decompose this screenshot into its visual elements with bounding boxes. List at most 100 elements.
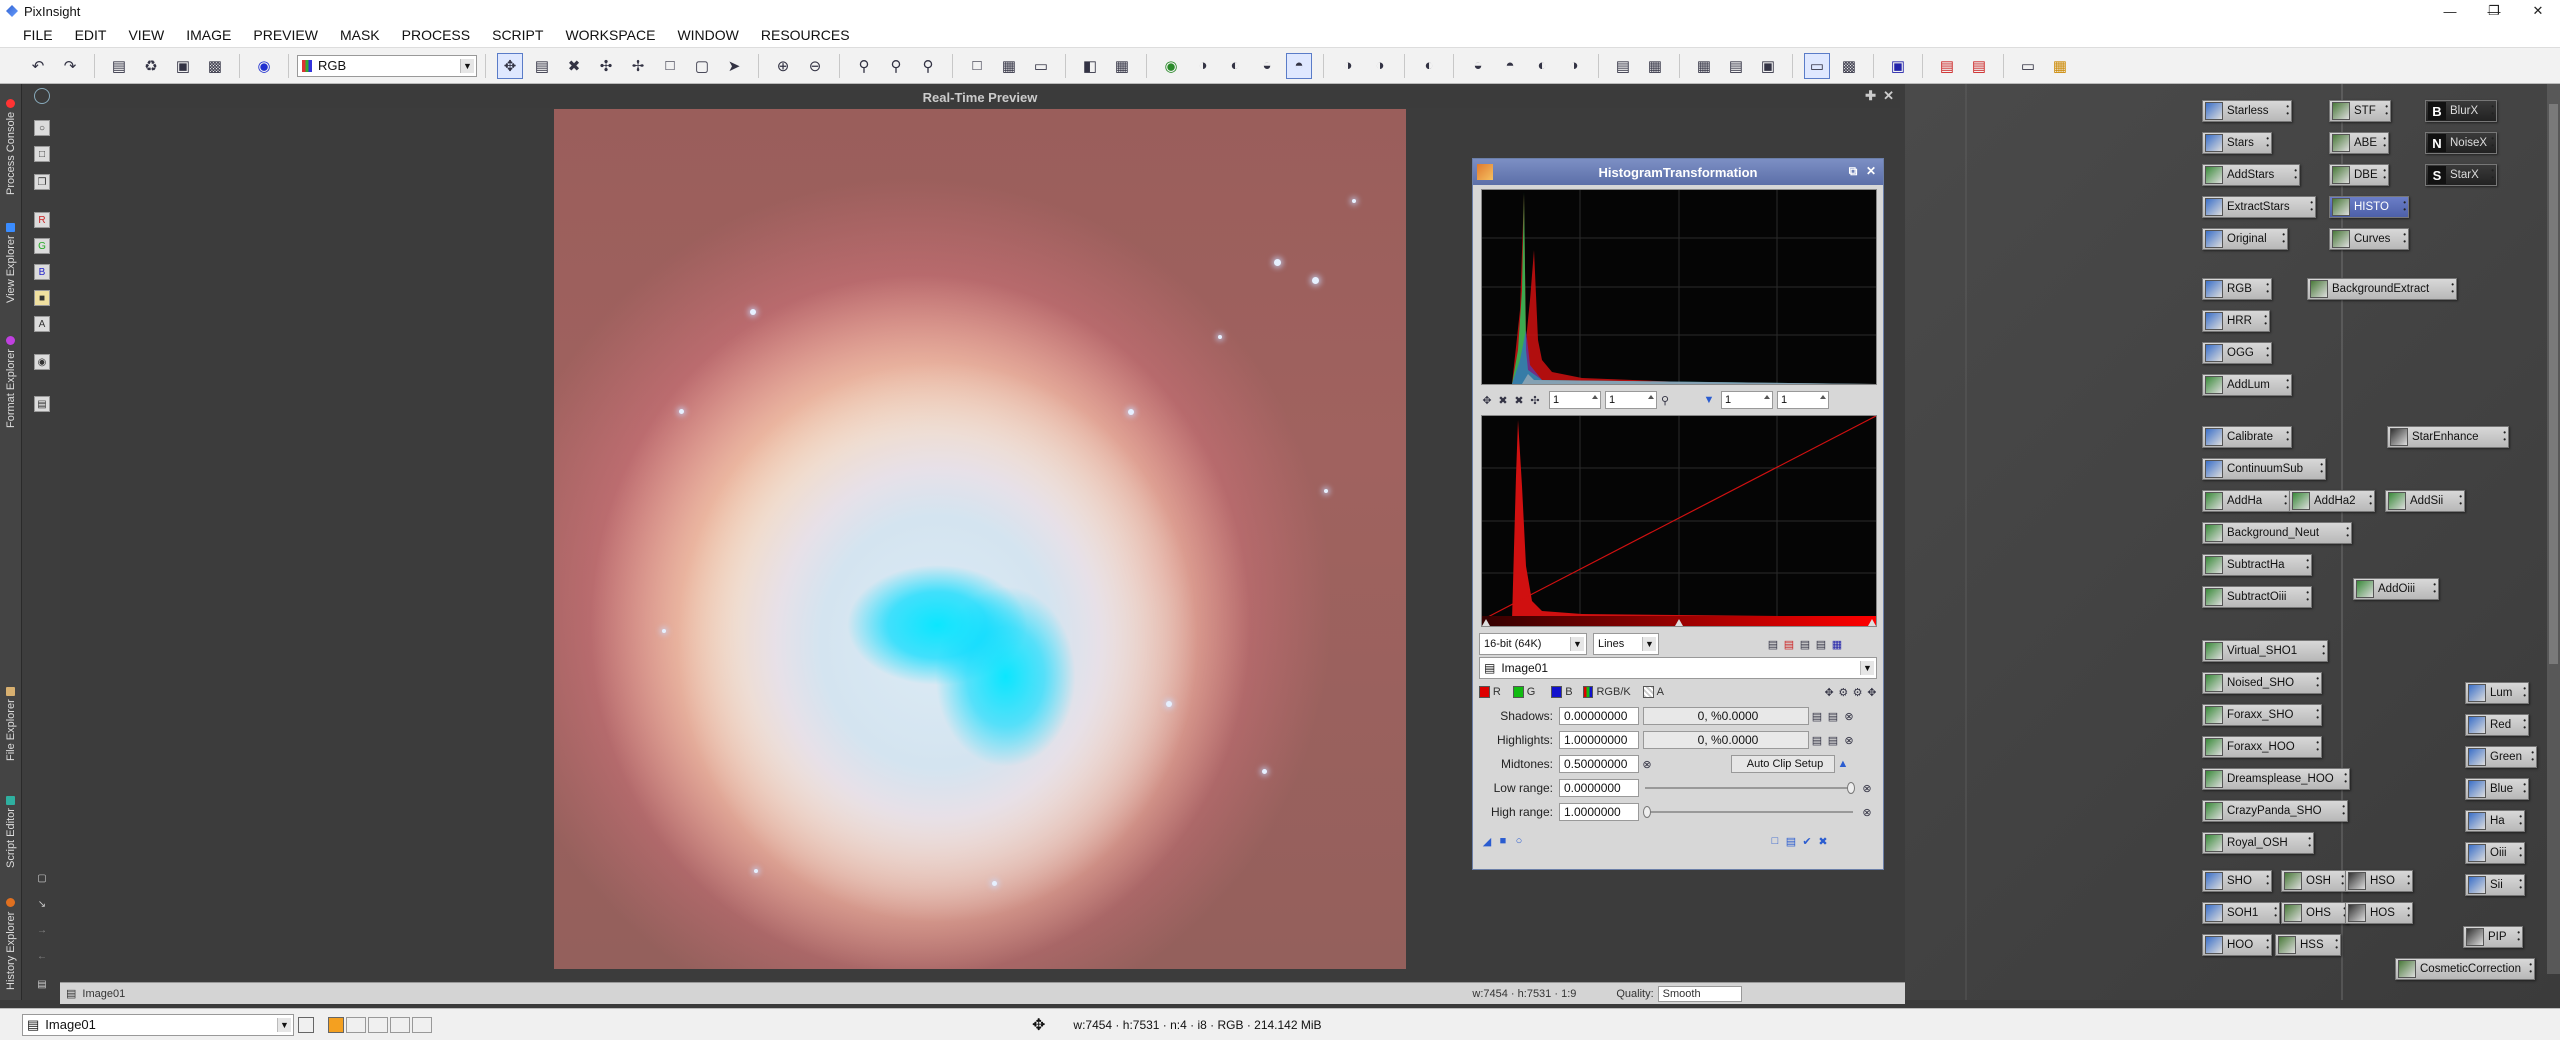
channel-select[interactable]: RGB ▼ xyxy=(297,54,477,77)
auto-clip-setup-button[interactable]: Auto Clip Setup xyxy=(1731,755,1835,773)
preview-edit-icon[interactable]: ▭ xyxy=(1028,53,1054,79)
process-icon-blue[interactable]: Blue • • xyxy=(2465,778,2529,800)
preview-new-icon[interactable]: ▦ xyxy=(996,53,1022,79)
show-curve-icon[interactable]: ▤ xyxy=(1797,636,1813,652)
process-icon-addoiii[interactable]: AddOiii • • xyxy=(2353,578,2439,600)
settings-icon[interactable]: ⚙ xyxy=(1836,684,1850,700)
menu-script[interactable]: SCRIPT xyxy=(481,22,554,48)
shadows-auto-icon[interactable]: ▤ xyxy=(1809,708,1825,724)
process-icon-foraxx-hoo[interactable]: Foraxx_HOO • • xyxy=(2202,736,2322,758)
desktop-scrollbar-thumb[interactable] xyxy=(2549,104,2558,664)
tab-view-explorer[interactable]: View Explorer xyxy=(0,212,22,314)
show-grid-icon[interactable]: ▦ xyxy=(1829,636,1845,652)
process-icon-ha[interactable]: Ha • • xyxy=(2465,810,2525,832)
low-range-input[interactable]: 0.0000000 xyxy=(1559,779,1639,797)
process-icon-calibrate[interactable]: Calibrate • • xyxy=(2202,426,2292,448)
readout-icon[interactable]: ✥ xyxy=(1479,392,1495,408)
process-icon-hso[interactable]: HSO • • xyxy=(2345,870,2413,892)
tab-2-icon[interactable] xyxy=(346,1016,366,1033)
input-zoom-h[interactable]: 1 xyxy=(1549,391,1601,409)
pin-icon[interactable]: ✚ xyxy=(1865,88,1876,104)
stf-2-icon[interactable]: ◑ xyxy=(1367,53,1393,79)
process-icon-crazypanda-sho[interactable]: CrazyPanda_SHO • • xyxy=(2202,800,2348,822)
process-icon-handle-icon[interactable]: •• xyxy=(2519,845,2522,860)
workspace-2-icon[interactable]: ▩ xyxy=(1836,53,1862,79)
graph-style-select[interactable]: Lines ▼ xyxy=(1593,633,1659,655)
new-icon[interactable]: ▣ xyxy=(170,53,196,79)
low-range-slider-handle[interactable] xyxy=(1847,782,1855,794)
process-icon-handle-icon[interactable]: •• xyxy=(2286,103,2289,118)
input-zoom-v[interactable]: 1 xyxy=(1605,391,1657,409)
frame-icon[interactable]: ▦ xyxy=(1109,53,1135,79)
stf-5-icon[interactable]: ◓ xyxy=(1497,53,1523,79)
process-icon-handle-icon[interactable]: •• xyxy=(2266,873,2269,888)
workspace-1-icon[interactable]: ▭ xyxy=(1804,52,1830,79)
process-icon-handle-icon[interactable]: •• xyxy=(2306,589,2309,604)
shadows-input[interactable]: 0.00000000 xyxy=(1559,707,1639,725)
process-icon-foraxx-sho[interactable]: Foraxx_SHO • • xyxy=(2202,704,2322,726)
process-icon-handle-icon[interactable]: •• xyxy=(2308,835,2311,850)
process-icon-green[interactable]: Green • • xyxy=(2465,746,2537,768)
midtones-reset-icon[interactable]: ⊗ xyxy=(1639,756,1655,772)
process-icon-handle-icon[interactable]: •• xyxy=(2286,429,2289,444)
auto-clip-icon[interactable]: ▲ xyxy=(1835,756,1851,772)
mask-icon[interactable]: ◉ xyxy=(251,53,277,79)
stf-7-icon[interactable]: ◑ xyxy=(1561,53,1587,79)
fit-view-icon[interactable]: ▤ xyxy=(529,53,555,79)
preview-close-icon[interactable]: ✕ xyxy=(1883,88,1894,104)
show-clip-icon[interactable]: ▤ xyxy=(1813,636,1829,652)
display-icon[interactable]: ▤ xyxy=(34,396,50,412)
process-icon-oiii[interactable]: Oiii • • xyxy=(2465,842,2525,864)
redo-icon[interactable]: ↷ xyxy=(57,53,83,79)
process-icon-hrr[interactable]: HRR • • xyxy=(2202,310,2270,332)
process-icon-handle-icon[interactable]: •• xyxy=(2491,135,2494,150)
low-range-reset-icon[interactable]: ⊗ xyxy=(1859,780,1875,796)
mask-show-icon[interactable]: ◑ xyxy=(1190,53,1216,79)
process-icon-handle-icon[interactable]: •• xyxy=(2519,877,2522,892)
process-icon-royal-osh[interactable]: Royal_OSH • • xyxy=(2202,832,2314,854)
stf-3-icon[interactable]: ◐ xyxy=(1416,53,1442,79)
highlights-auto2-icon[interactable]: ▤ xyxy=(1825,732,1841,748)
process-icon-stf[interactable]: STF • • xyxy=(2329,100,2391,122)
high-range-input[interactable]: 1.0000000 xyxy=(1559,803,1639,821)
process-icon-extractstars[interactable]: ExtractStars • • xyxy=(2202,196,2316,218)
page-icon[interactable]: □ xyxy=(657,53,683,79)
process-icon-hos[interactable]: HOS • • xyxy=(2345,902,2413,924)
pan-histogram-icon[interactable]: ✣ xyxy=(1527,392,1543,408)
window-2-icon[interactable]: ▤ xyxy=(1966,53,1992,79)
tab-1-icon[interactable] xyxy=(328,1016,344,1033)
process-icon-handle-icon[interactable]: •• xyxy=(2433,581,2436,596)
process-icon-starenhance[interactable]: StarEnhance • • xyxy=(2387,426,2509,448)
process-icon-handle-icon[interactable]: •• xyxy=(2274,905,2277,920)
process-icon-sii[interactable]: Sii • • xyxy=(2465,874,2525,896)
channel-g-swatch[interactable] xyxy=(1512,686,1524,698)
mask-invert-icon[interactable]: ◐ xyxy=(1222,53,1248,79)
status-view-select[interactable]: ▤ Image01 ▼ xyxy=(22,1013,294,1036)
tile-3-icon[interactable]: ▣ xyxy=(1755,53,1781,79)
process-icon-addlum[interactable]: AddLum • • xyxy=(2202,374,2292,396)
process-icon-osh[interactable]: OSH • • xyxy=(2281,870,2347,892)
highlights-reset-icon[interactable]: ⊗ xyxy=(1841,732,1857,748)
documentation-icon[interactable]: ▤ xyxy=(1783,833,1799,849)
reset-icon[interactable]: ♻ xyxy=(138,53,164,79)
menu-preview[interactable]: PREVIEW xyxy=(242,22,329,48)
tool-a-icon[interactable]: ▢ xyxy=(34,870,50,886)
stf-4-icon[interactable]: ◒ xyxy=(1465,53,1491,79)
zoom-fit-icon[interactable]: ✖ xyxy=(561,53,587,79)
process-icon-hss[interactable]: HSS • • xyxy=(2275,934,2341,956)
new-instance-icon[interactable]: ◢ xyxy=(1479,833,1495,849)
crosshair-icon[interactable]: ✥ xyxy=(1822,684,1836,700)
process-icon-abe[interactable]: ABE • • xyxy=(2329,132,2389,154)
process-icon-ohs[interactable]: OHS•• xyxy=(2281,902,2349,924)
zoom-3-icon[interactable]: ⚲ xyxy=(915,53,941,79)
menu-workspace[interactable]: WORKSPACE xyxy=(554,22,666,48)
process-icon-original[interactable]: Original • • xyxy=(2202,228,2288,250)
resolution-select[interactable]: 16-bit (64K) ▼ xyxy=(1479,633,1587,655)
histogram-close-icon[interactable]: ✕ xyxy=(1863,163,1879,179)
process-icon-pip[interactable]: PIP • • xyxy=(2463,926,2523,948)
process-icon-handle-icon[interactable]: •• xyxy=(2266,937,2269,952)
pan-icon[interactable]: ✣ xyxy=(593,53,619,79)
process-icon-starx[interactable]: S StarX • • xyxy=(2425,164,2497,186)
process-icon-handle-icon[interactable]: •• xyxy=(2407,905,2410,920)
menu-view[interactable]: VIEW xyxy=(117,22,175,48)
